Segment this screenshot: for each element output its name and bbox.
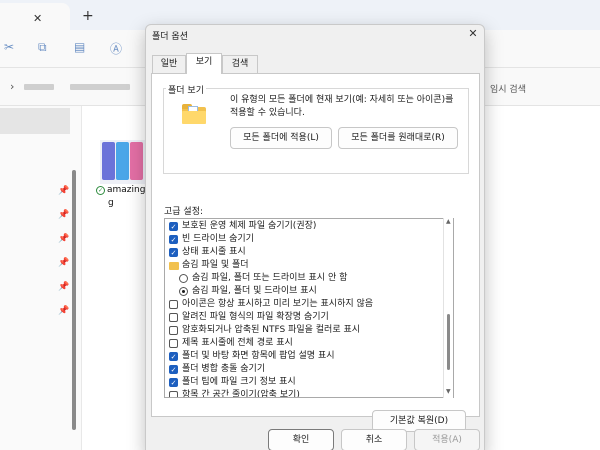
- advanced-setting-item[interactable]: 아이콘은 항상 표시하고 미리 보기는 표시하지 않음: [165, 298, 441, 311]
- advanced-setting-item[interactable]: ✓ 폴더 및 바탕 화면 항목에 팝업 설명 표시: [165, 350, 441, 363]
- checkbox-unchecked[interactable]: [169, 300, 178, 309]
- advanced-setting-item[interactable]: 숨김 파일 및 폴더: [165, 259, 441, 272]
- view-tab-panel: 폴더 보기 이 유형의 모든 폴더에 현재 보기(예: 자세히 또는 아이콘)를…: [151, 73, 480, 432]
- scrollbar-thumb[interactable]: [447, 314, 450, 370]
- advanced-setting-label: 보호된 운영 체제 파일 숨기기(권장): [182, 221, 317, 231]
- new-tab-icon[interactable]: +: [82, 8, 94, 24]
- chevron-right-icon: ›: [10, 80, 15, 93]
- checkbox-unchecked[interactable]: [169, 326, 178, 335]
- folder-options-dialog: 폴더 옵션 ✕ 일반 보기 검색 폴더 보기 이 유형의 모든 폴더에 현재 보…: [145, 24, 485, 450]
- advanced-settings-scrollbar[interactable]: ▲ ▼: [443, 218, 453, 398]
- file-thumbnail[interactable]: [100, 140, 146, 184]
- cut-icon[interactable]: ✂: [4, 40, 14, 54]
- checkbox-checked[interactable]: ✓: [169, 365, 178, 374]
- advanced-setting-item[interactable]: 숨김 파일, 폴더 또는 드라이브 표시 안 함: [165, 272, 441, 285]
- advanced-setting-label: 제목 표시줄에 전체 경로 표시: [182, 338, 293, 348]
- nav-selected-item[interactable]: [0, 108, 70, 134]
- pin-icon: 📌: [58, 282, 70, 292]
- advanced-setting-label: 알려진 파일 형식의 파일 확장명 숨기기: [182, 312, 329, 322]
- advanced-setting-label: 상태 표시줄 표시: [182, 247, 246, 257]
- rename-icon[interactable]: Ⓐ: [110, 40, 122, 57]
- advanced-setting-item[interactable]: ✓ 빈 드라이브 숨기기: [165, 233, 441, 246]
- ok-button[interactable]: 확인: [268, 429, 334, 450]
- close-icon[interactable]: ✕: [466, 27, 480, 40]
- advanced-setting-item[interactable]: 항목 간 공간 줄이기(압축 보기): [165, 389, 441, 398]
- checkbox-checked[interactable]: ✓: [169, 222, 178, 231]
- checkbox-checked[interactable]: ✓: [169, 248, 178, 257]
- advanced-setting-label: 숨김 파일 및 폴더: [182, 260, 249, 270]
- copy-icon[interactable]: ⧉: [38, 40, 47, 55]
- advanced-setting-item[interactable]: 암호화되거나 압축된 NTFS 파일을 컬러로 표시: [165, 324, 441, 337]
- checkbox-unchecked[interactable]: [169, 391, 178, 397]
- scroll-up-icon[interactable]: ▲: [446, 218, 451, 225]
- nav-scrollbar[interactable]: [72, 170, 76, 430]
- advanced-setting-label: 빈 드라이브 숨기기: [182, 234, 254, 244]
- file-name-continued: g: [108, 198, 114, 208]
- explorer-tab[interactable]: ✕: [0, 3, 70, 30]
- advanced-setting-item[interactable]: 숨김 파일, 폴더 및 드라이브 표시: [165, 285, 441, 298]
- dialog-title: 폴더 옵션: [152, 32, 188, 42]
- radio-unselected[interactable]: [179, 274, 188, 283]
- folder-icon: [182, 104, 206, 124]
- checkbox-unchecked[interactable]: [169, 313, 178, 322]
- advanced-settings-list[interactable]: ✓ 보호된 운영 체제 파일 숨기기(권장) ✓ 빈 드라이브 숨기기 ✓ 상태 표시줄 …: [164, 218, 454, 398]
- advanced-setting-item[interactable]: ✓ 폴더 팁에 파일 크기 정보 표시: [165, 376, 441, 389]
- advanced-setting-label: 폴더 팁에 파일 크기 정보 표시: [182, 377, 296, 387]
- checkbox-checked[interactable]: ✓: [169, 235, 178, 244]
- file-name[interactable]: amazing_: [107, 185, 150, 195]
- sync-check-icon: ✓: [96, 186, 105, 195]
- checkbox-unchecked[interactable]: [169, 339, 178, 348]
- checkbox-checked[interactable]: ✓: [169, 352, 178, 361]
- pin-icon: 📌: [58, 186, 70, 196]
- blurred-path-segment: [70, 84, 130, 90]
- advanced-settings-label: 고급 설정:: [164, 207, 204, 217]
- advanced-setting-label: 숨김 파일, 폴더 및 드라이브 표시: [192, 286, 317, 296]
- advanced-setting-item[interactable]: 알려진 파일 형식의 파일 확장명 숨기기: [165, 311, 441, 324]
- apply-button[interactable]: 적용(A): [414, 429, 480, 450]
- tab-search[interactable]: 검색: [222, 55, 258, 73]
- advanced-setting-label: 폴더 및 바탕 화면 항목에 팝업 설명 표시: [182, 351, 335, 361]
- apply-to-folders-button[interactable]: 모든 폴더에 적용(L): [230, 127, 332, 149]
- advanced-setting-label: 폴더 병합 충돌 숨기기: [182, 364, 266, 374]
- folder-view-description: 이 유형의 모든 폴더에 현재 보기(예: 자세히 또는 아이콘)를 적용할 수…: [230, 95, 454, 118]
- advanced-setting-label: 암호화되거나 압축된 NTFS 파일을 컬러로 표시: [182, 325, 361, 335]
- paste-icon[interactable]: ▤: [74, 40, 85, 54]
- reset-folders-button[interactable]: 모든 폴더를 원래대로(R): [338, 127, 458, 149]
- folder-view-group-label: 폴더 보기: [166, 83, 206, 96]
- tab-general[interactable]: 일반: [152, 55, 186, 73]
- search-box[interactable]: 임시 검색: [490, 82, 526, 95]
- pin-icon: 📌: [58, 234, 70, 244]
- pin-icon: 📌: [58, 306, 70, 316]
- tab-close-icon[interactable]: ✕: [33, 12, 42, 25]
- navigation-pane: [0, 106, 82, 450]
- advanced-setting-item[interactable]: 제목 표시줄에 전체 경로 표시: [165, 337, 441, 350]
- cancel-button[interactable]: 취소: [341, 429, 407, 450]
- advanced-setting-item[interactable]: ✓ 폴더 병합 충돌 숨기기: [165, 363, 441, 376]
- advanced-setting-label: 아이콘은 항상 표시하고 미리 보기는 표시하지 않음: [182, 299, 374, 309]
- blurred-path-segment: [24, 84, 54, 90]
- tab-view[interactable]: 보기: [186, 53, 222, 74]
- folder-icon: [169, 262, 179, 270]
- scroll-down-icon[interactable]: ▼: [446, 388, 451, 395]
- checkbox-checked[interactable]: ✓: [169, 378, 178, 387]
- advanced-setting-item[interactable]: ✓ 상태 표시줄 표시: [165, 246, 441, 259]
- pin-icon: 📌: [58, 210, 70, 220]
- pin-icon: 📌: [58, 258, 70, 268]
- advanced-setting-label: 항목 간 공간 줄이기(압축 보기): [182, 390, 300, 398]
- radio-selected[interactable]: [179, 287, 188, 296]
- advanced-setting-label: 숨김 파일, 폴더 또는 드라이브 표시 안 함: [192, 273, 348, 283]
- advanced-setting-item[interactable]: ✓ 보호된 운영 체제 파일 숨기기(권장): [165, 220, 441, 233]
